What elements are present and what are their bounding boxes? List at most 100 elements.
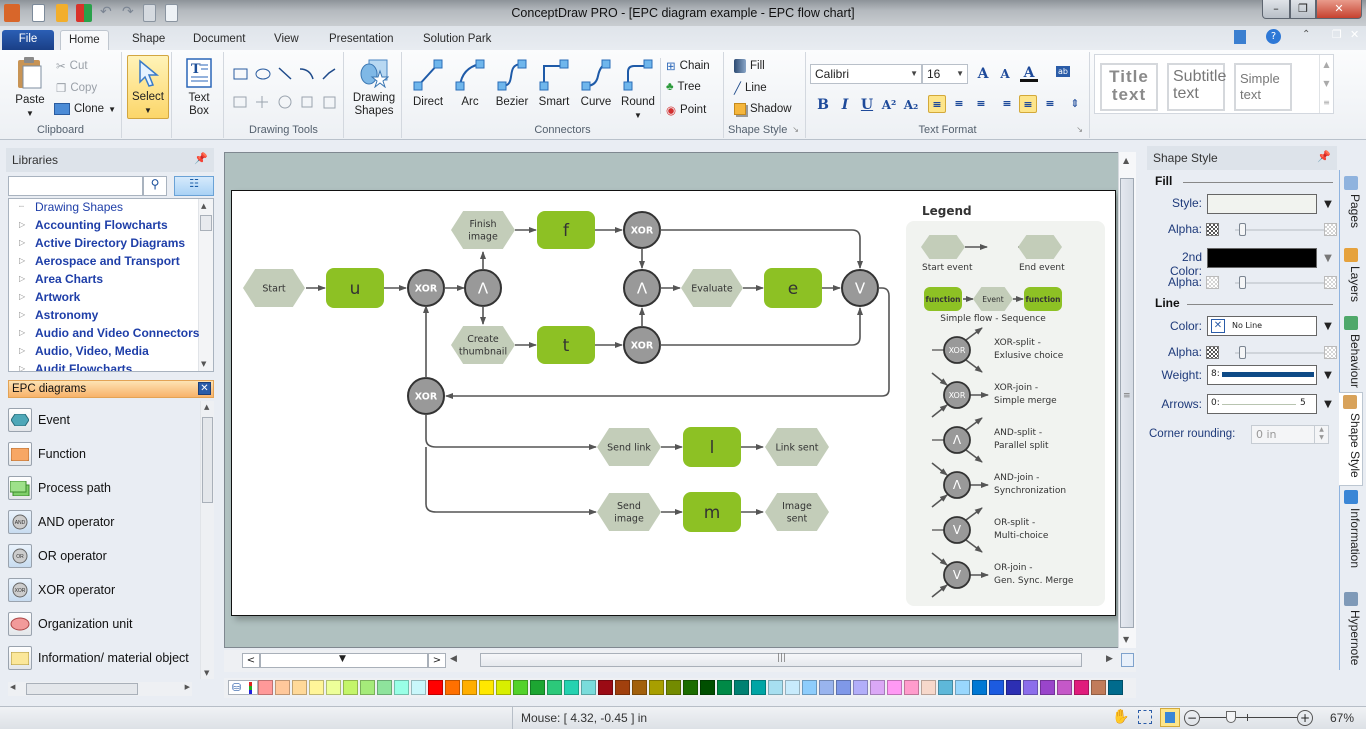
curve-connector-button[interactable]: Curve <box>576 56 616 109</box>
font-color-button[interactable]: A <box>1020 64 1038 82</box>
library-item[interactable]: ▷ Aerospace and Transport <box>9 253 199 271</box>
color-swatch[interactable] <box>1091 680 1106 695</box>
palette-options-button[interactable]: ⛁ <box>228 680 258 695</box>
color-swatch[interactable] <box>581 680 596 695</box>
color-swatch[interactable] <box>921 680 936 695</box>
color-swatch[interactable] <box>785 680 800 695</box>
library-item[interactable]: ▷ Accounting Flowcharts <box>9 217 199 235</box>
ellipse-tool-icon[interactable] <box>255 68 271 80</box>
color-swatch[interactable] <box>989 680 1004 695</box>
tab-shape[interactable]: Shape <box>124 30 173 50</box>
color-swatch[interactable] <box>258 680 273 695</box>
color-swatch[interactable] <box>428 680 443 695</box>
color-swatch[interactable] <box>377 680 392 695</box>
color-swatch[interactable] <box>649 680 664 695</box>
tab-home[interactable]: Home <box>60 30 109 50</box>
close-library-icon[interactable]: ✕ <box>198 382 211 395</box>
event-image-sent[interactable] <box>765 493 829 531</box>
horizontal-scroll-thumb[interactable]: ||| <box>480 653 1082 667</box>
point-button[interactable]: ◉ Point <box>666 103 706 117</box>
color-swatch[interactable] <box>853 680 868 695</box>
expand-icon[interactable]: ▷ <box>19 256 25 265</box>
subscript-button[interactable]: A₂ <box>902 96 920 114</box>
color-swatch[interactable] <box>309 680 324 695</box>
zoom-slider-thumb[interactable] <box>1226 711 1237 723</box>
combine-tool-icon[interactable] <box>323 96 336 109</box>
pin-icon[interactable]: 📌 <box>1317 150 1331 163</box>
fill-alpha-slider[interactable] <box>1225 223 1325 237</box>
freehand-tool-icon[interactable] <box>301 96 313 108</box>
color-swatch[interactable] <box>394 680 409 695</box>
second-color-select[interactable]: ▼ <box>1207 248 1332 268</box>
color-swatch[interactable] <box>1040 680 1055 695</box>
color-swatch[interactable] <box>1074 680 1089 695</box>
library-tree-scrollbar[interactable]: ▲ ▼ <box>198 199 213 371</box>
color-swatch[interactable] <box>1006 680 1021 695</box>
color-swatch[interactable] <box>734 680 749 695</box>
library-shape-item[interactable]: AND AND operator <box>8 507 198 537</box>
minimize-button[interactable]: – <box>1262 0 1290 19</box>
shadow-button[interactable]: Shadow <box>734 103 792 115</box>
color-swatch[interactable] <box>904 680 919 695</box>
connector-line[interactable] <box>660 307 863 346</box>
corner-rounding-stepper[interactable]: ▲ ▼ <box>1314 426 1328 443</box>
color-swatch[interactable] <box>870 680 885 695</box>
scroll-right-icon[interactable]: ▶ <box>1106 654 1113 664</box>
chevron-down-icon[interactable]: ▼ <box>1318 249 1338 269</box>
shrink-font-button[interactable]: A <box>996 65 1014 83</box>
paste-button[interactable]: Paste ▼ <box>10 56 50 120</box>
restore-button[interactable]: ❐ <box>1290 0 1316 19</box>
weight-select[interactable]: 8: ▼ <box>1207 365 1332 385</box>
library-search-input[interactable] <box>8 176 143 196</box>
fill-style-select[interactable]: ▼ <box>1207 194 1332 214</box>
cut-button[interactable]: ✂ Cut <box>56 59 88 73</box>
color-swatch[interactable] <box>751 680 766 695</box>
chevron-down-icon[interactable]: ▼ <box>1318 195 1338 215</box>
library-shape-item[interactable] <box>8 677 198 679</box>
spline-tool-icon[interactable] <box>233 96 247 108</box>
side-tab-hypernote[interactable]: Hypernote <box>1340 590 1362 670</box>
library-item[interactable]: ▷ Audio, Video, Media <box>9 343 199 361</box>
library-item[interactable]: ▷ Audio and Video Connectors <box>9 325 199 343</box>
connector-line[interactable] <box>425 447 597 515</box>
color-swatch[interactable] <box>496 680 511 695</box>
library-shape-item[interactable]: Information/ material object <box>8 643 198 673</box>
color-swatch[interactable] <box>1057 680 1072 695</box>
fill-button[interactable]: Fill <box>734 59 765 73</box>
side-tab-layers[interactable]: Layers <box>1340 246 1362 312</box>
shapes-vertical-scrollbar[interactable]: ▲ ▼ <box>200 401 214 679</box>
shapes-horizontal-scrollbar[interactable]: ◀ ▶ <box>8 682 192 696</box>
library-item[interactable]: ▷ Active Directory Diagrams <box>9 235 199 253</box>
expand-icon[interactable]: ▷ <box>19 220 25 229</box>
grow-font-button[interactable]: A <box>974 65 992 83</box>
library-shape-item[interactable]: Organization unit <box>8 609 198 639</box>
library-shape-item[interactable]: XOR XOR operator <box>8 575 198 605</box>
connector-line[interactable] <box>660 229 863 269</box>
copy-button[interactable]: ❐ Copy <box>56 81 97 95</box>
library-item[interactable]: ▷ Astronomy <box>9 307 199 325</box>
polyline-tool-icon[interactable] <box>322 68 336 80</box>
highlight-button[interactable]: ab <box>1056 66 1070 77</box>
line-button[interactable]: ╱ Line <box>734 81 767 95</box>
tab-solution-park[interactable]: Solution Park <box>415 30 499 50</box>
event-create-thumbnail[interactable] <box>451 326 515 364</box>
clone-button[interactable]: Clone ▼ <box>54 103 116 115</box>
layout-options-icon[interactable] <box>1234 30 1246 44</box>
bezier-connector-button[interactable]: Bezier <box>492 56 532 109</box>
epc-diagrams-library-bar[interactable]: EPC diagrams ✕ <box>8 380 214 398</box>
expand-icon[interactable]: ▷ <box>19 346 25 355</box>
line-color-select[interactable]: ✕ No Line ▼ <box>1207 316 1332 336</box>
color-swatch[interactable] <box>360 680 375 695</box>
doc-restore-icon[interactable]: ❐ <box>1332 28 1342 41</box>
side-tab-shape-style[interactable]: Shape Style <box>1339 392 1363 486</box>
library-item[interactable]: ▷ Artwork <box>9 289 199 307</box>
page-select[interactable]: ▼ <box>260 653 428 668</box>
color-swatch[interactable] <box>479 680 494 695</box>
style-subtitle-text[interactable]: Subtitle text <box>1167 63 1226 111</box>
zoom-area-icon[interactable] <box>1138 710 1152 724</box>
next-page-button[interactable]: > <box>428 653 446 668</box>
text-format-launcher-icon[interactable]: ↘ <box>1076 125 1083 134</box>
collapse-ribbon-icon[interactable]: ⌃ <box>1302 29 1310 40</box>
side-tab-behaviour[interactable]: Behaviour <box>1340 314 1362 390</box>
expand-icon[interactable]: ▷ <box>19 238 25 247</box>
